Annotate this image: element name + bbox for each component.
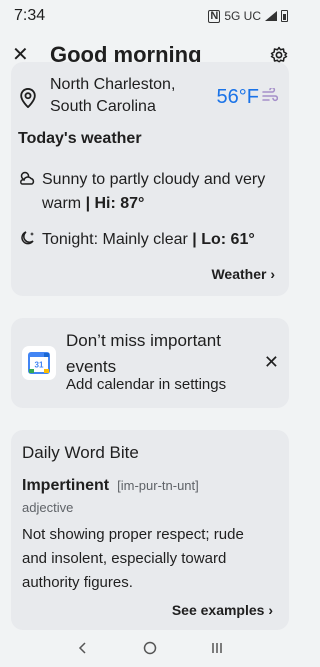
home-icon[interactable] [142, 640, 158, 656]
forecast-night: Tonight: Mainly clear | Lo: 61° [18, 228, 255, 252]
wind-icon [262, 88, 278, 102]
word-term: Impertinent [22, 477, 110, 494]
word-card-title: Daily Word Bite [22, 443, 139, 462]
see-examples-link[interactable]: See examples › [172, 602, 273, 618]
high-temp: | Hi: 87° [85, 195, 145, 212]
navigation-bar [0, 629, 300, 667]
word-row: Impertinent [im-pur-tn-unt] [22, 477, 199, 495]
nfc-icon: N [208, 9, 221, 23]
location-pin-icon [20, 88, 36, 108]
status-bar: 7:34 N 5G UC [0, 0, 300, 32]
moon-stars-icon [21, 231, 34, 245]
calendar-icon: 31 [22, 346, 56, 380]
calendar-card[interactable]: 31 Don’t miss important events Add calen… [11, 318, 289, 408]
word-part-of-speech: adjective [22, 500, 74, 515]
word-card[interactable]: Daily Word Bite Impertinent [im-pur-tn-u… [11, 430, 289, 630]
weather-link[interactable]: Weather › [211, 266, 275, 282]
status-time: 7:34 [14, 7, 46, 24]
temperature: 56°F [216, 86, 259, 108]
section-title: Today's weather [18, 130, 142, 147]
google-calendar-logo: 31 [28, 352, 50, 374]
network-label: 5G UC [224, 9, 261, 23]
calendar-title: Don’t miss important events [66, 331, 221, 376]
word-definition: Not showing proper respect; rude and ins… [22, 526, 244, 591]
signal-icon [265, 11, 277, 21]
word-pronunciation: [im-pur-tn-unt] [117, 478, 199, 493]
calendar-date: 31 [35, 361, 44, 370]
back-icon[interactable] [75, 640, 91, 656]
night-forecast: Tonight: Mainly clear [42, 231, 188, 248]
partly-cloudy-icon [20, 171, 35, 185]
calendar-subtitle: Add calendar in settings [66, 376, 227, 393]
forecast-day: Sunny to partly cloudy and very warm | H… [18, 168, 280, 216]
location-name: North Charleston, South Carolina [50, 76, 176, 115]
weather-card[interactable]: North Charleston, South Carolina 56°F To… [11, 62, 289, 296]
low-temp: | Lo: 61° [192, 231, 255, 248]
battery-icon [281, 10, 288, 22]
recents-icon[interactable] [209, 640, 225, 656]
dismiss-icon[interactable]: ✕ [264, 352, 279, 373]
day-forecast: Sunny to partly cloudy and very warm [42, 171, 266, 212]
status-icons: N 5G UC [208, 9, 288, 23]
location-row: North Charleston, South Carolina [19, 74, 220, 118]
